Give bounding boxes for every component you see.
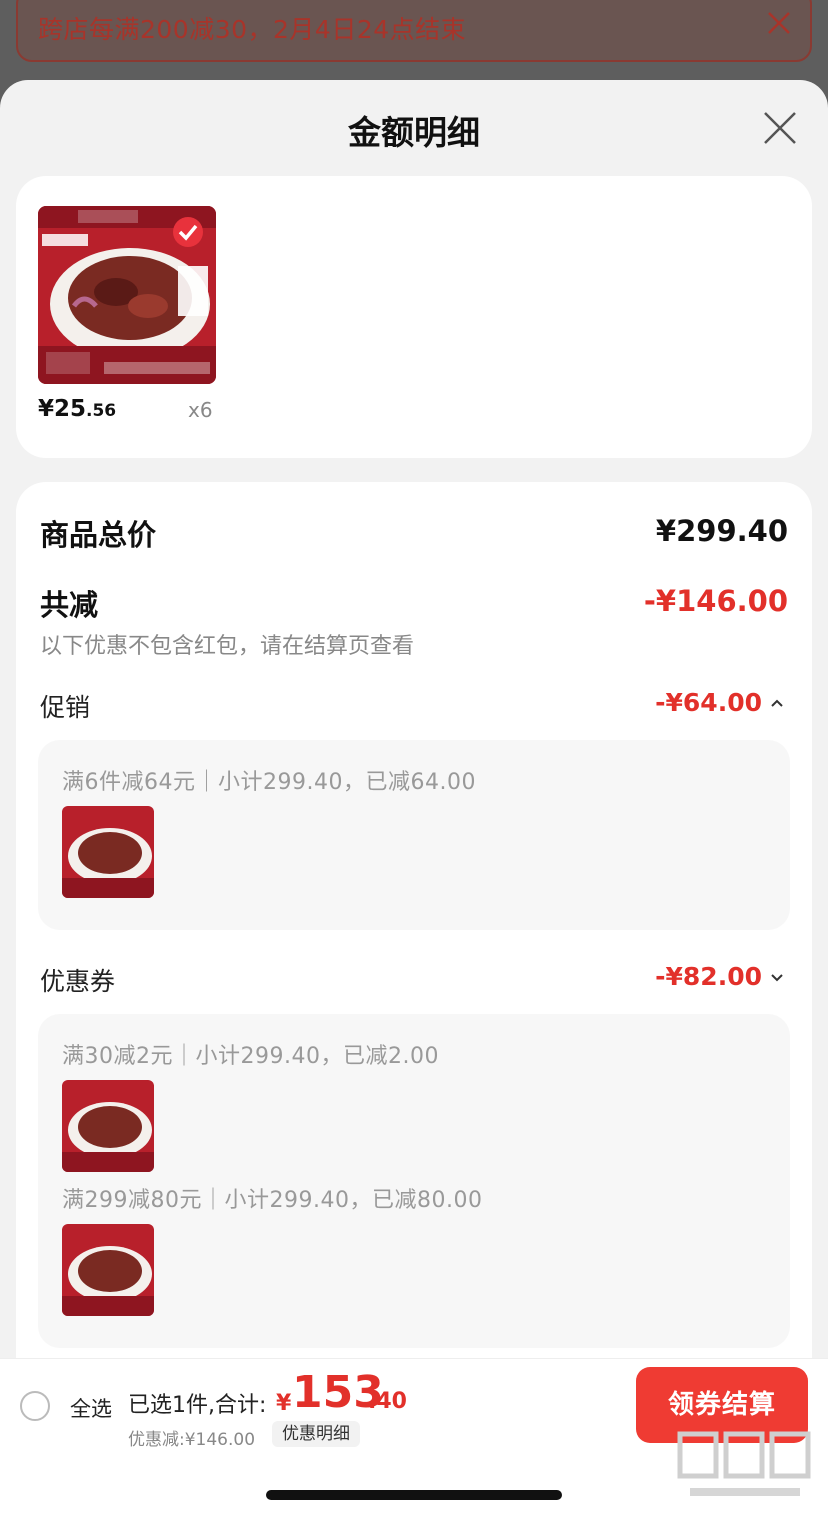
discount-summary: 优惠减:¥146.00 [128,1430,256,1450]
chevron-up-icon [771,699,783,707]
total-currency: ¥ [276,1391,292,1416]
total-discount-label: 共减 [40,588,99,622]
sheet-title: 金额明细 [348,113,480,152]
product-thumbnail[interactable] [62,1224,154,1316]
product-card: ¥25.56 x6 [16,176,812,458]
promotion-detail-box: 满6件减64元｜小计299.40，已减64.00 [38,740,790,930]
total-discount-value: -¥146.00 [643,584,788,618]
promotion-label: 促销 [40,693,91,722]
promo-text: 跨店每满200减30，2月4日24点结束 [38,15,467,44]
promotion-rule: 满6件减64元｜小计299.40，已减64.00 [62,770,476,795]
select-all-label[interactable]: 全选 [70,1393,112,1423]
price-decimal: .56 [86,401,117,421]
close-icon[interactable] [766,10,792,36]
coupon-toggle[interactable]: -¥82.00 [655,962,784,991]
select-all-radio[interactable] [20,1391,50,1421]
home-indicator[interactable] [266,1490,562,1500]
product-thumbnail[interactable] [62,1080,154,1172]
promotion-value: -¥64.00 [655,688,762,717]
chevron-down-icon [771,973,783,981]
coupon-rule: 满299减80元｜小计299.40，已减80.00 [62,1188,483,1213]
selected-count-text: 已选1件,合计: [128,1393,267,1418]
promotion-toggle[interactable]: -¥64.00 [655,688,784,717]
discount-detail-button[interactable]: 优惠明细 [272,1421,360,1447]
coupon-detail-box: 满30减2元｜小计299.40，已减2.00 满299减80元｜小计299.40… [38,1014,790,1348]
product-thumbnail[interactable] [62,806,154,898]
promo-bar: 跨店每满200减30，2月4日24点结束 [0,0,828,80]
goods-total-label: 商品总价 [40,518,157,552]
total-amount-decimal: .40 [368,1389,407,1414]
watermark-logo-icon [677,1431,811,1496]
close-icon[interactable] [762,110,798,146]
coupon-label: 优惠券 [40,967,116,996]
amount-detail-sheet: 金额明细 ¥25.56 x6 商品总价 ¥299.40 共减 -¥146.00 … [0,80,828,1516]
coupon-rule: 满30减2元｜小计299.40，已减2.00 [62,1044,439,1069]
coupon-value: -¥82.00 [655,962,762,991]
product-quantity: x6 [188,398,213,422]
product-thumbnail[interactable] [38,206,216,384]
price-int: ¥25 [38,396,87,422]
discount-note: 以下优惠不包含红包，请在结算页查看 [40,634,415,659]
price-detail-card: 商品总价 ¥299.40 共减 -¥146.00 以下优惠不包含红包，请在结算页… [16,482,812,1482]
product-price: ¥25.56 [38,396,116,422]
goods-total-value: ¥299.40 [655,514,788,548]
